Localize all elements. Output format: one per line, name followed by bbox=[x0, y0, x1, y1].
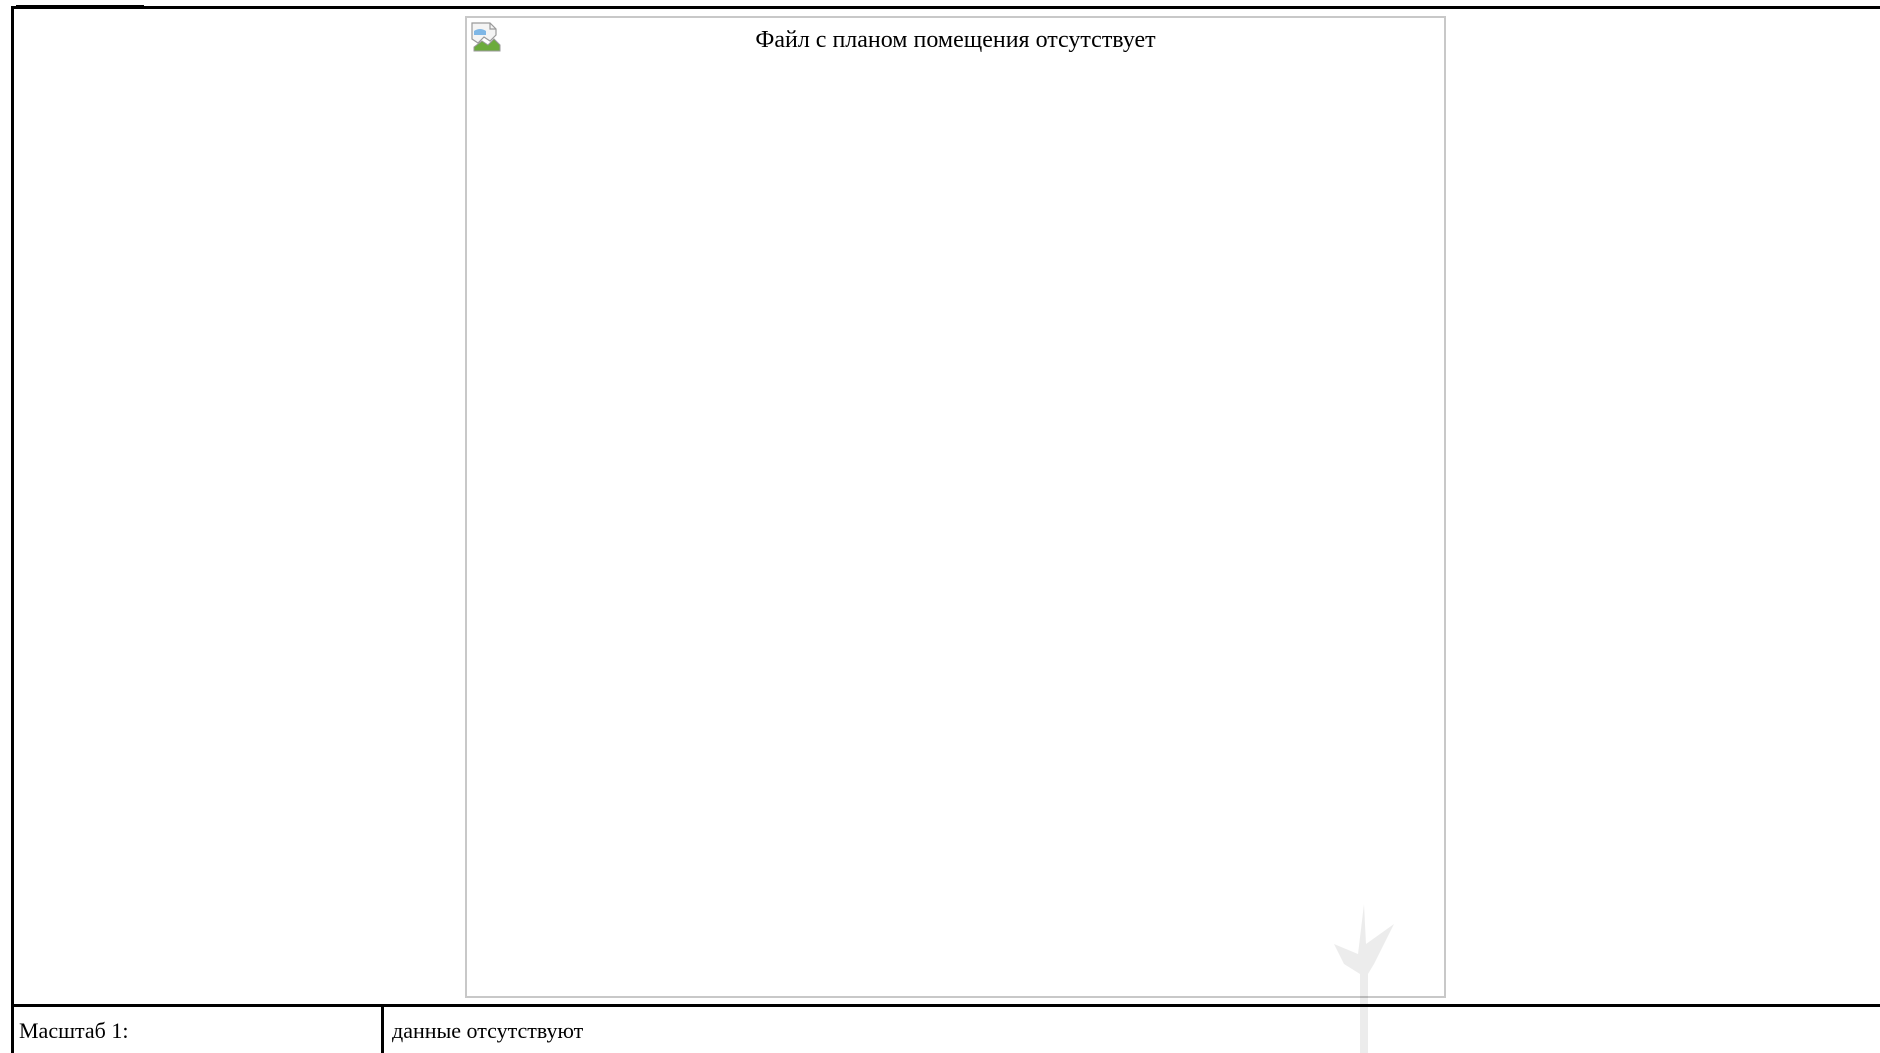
scale-row: Масштаб 1: данные отсутствуют bbox=[14, 1007, 1880, 1053]
plan-missing-text: Файл с планом помещения отсутствует bbox=[755, 27, 1156, 53]
plan-table: Файл с планом помещения отсутствует Масш… bbox=[11, 6, 1880, 1053]
scale-label: Масштаб 1: bbox=[14, 1007, 384, 1053]
document-page: Файл с планом помещения отсутствует Масш… bbox=[0, 0, 1880, 1053]
floor-plan-image: Файл с планом помещения отсутствует bbox=[465, 16, 1446, 998]
scale-value: данные отсутствуют bbox=[392, 1018, 584, 1043]
plan-cell: Файл с планом помещения отсутствует bbox=[14, 9, 1880, 1053]
